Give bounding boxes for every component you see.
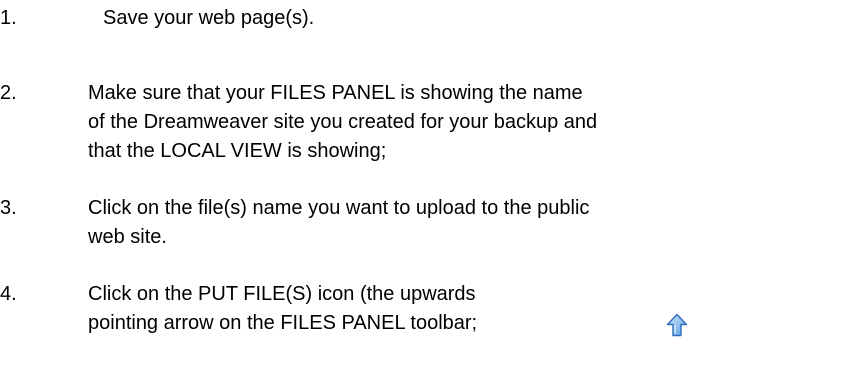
- step-line: of the Dreamweaver site you created for …: [88, 111, 598, 133]
- step-line: Save your web page(s).: [103, 7, 315, 29]
- step-number: 2.: [0, 82, 17, 104]
- step-line: Click on the PUT FILE(S) icon (the upwar…: [88, 283, 476, 305]
- step-text: Make sure that your FILES PANEL is showi…: [88, 79, 748, 166]
- instruction-document: 1. Save your web page(s). 2. Make sure t…: [0, 0, 851, 369]
- step-text: Click on the file(s) name you want to up…: [88, 194, 748, 252]
- up-arrow-icon: [666, 313, 688, 337]
- step-number: 3.: [0, 197, 17, 219]
- step-line: pointing arrow on the FILES PANEL toolba…: [88, 312, 478, 334]
- step-line: Make sure that your FILES PANEL is showi…: [88, 82, 583, 104]
- step-line: Click on the file(s) name you want to up…: [88, 197, 590, 219]
- step-number: 4.: [0, 283, 17, 305]
- step-text: Save your web page(s).: [103, 4, 763, 33]
- step-line: web site.: [88, 226, 167, 248]
- step-line: that the LOCAL VIEW is showing;: [88, 140, 387, 162]
- step-number: 1.: [0, 7, 17, 29]
- step-text: Click on the PUT FILE(S) icon (the upwar…: [88, 280, 548, 338]
